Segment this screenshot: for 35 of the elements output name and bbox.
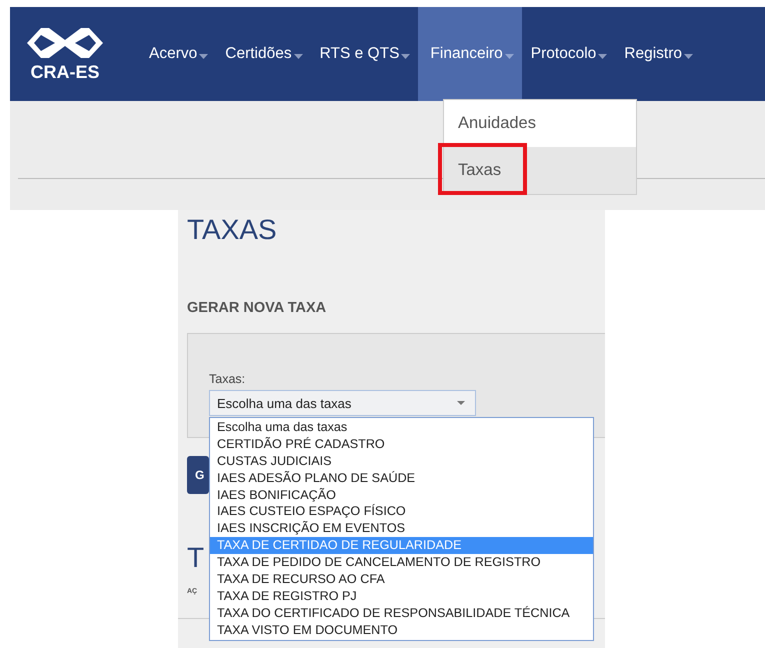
nav-menu-item[interactable]: Certidões [216,7,311,101]
option[interactable]: CUSTAS JUDICIAIS [210,452,593,470]
section-title: T [187,542,204,574]
nav-menu-item[interactable]: Financeiro [418,7,522,101]
menu-item[interactable]: Taxas [444,147,636,194]
option[interactable]: IAES CUSTEIO ESPAÇO FÍSICO [210,503,593,520]
caret-icon [684,54,693,58]
caret-icon [199,54,208,58]
option[interactable]: TAXA DE RECURSO AO CFA [210,571,593,588]
option[interactable]: IAES BONIFICAÇÃO [210,486,593,504]
logo-text: CRA-ES [30,62,100,82]
caret-icon [401,54,410,58]
option[interactable]: CERTIDÃO PRÉ CADASTRO [210,436,593,453]
nav-menu-item[interactable]: Acervo [140,7,216,101]
nav-menu-item[interactable]: Protocolo [522,7,616,101]
option[interactable]: IAES INSCRIÇÃO EM EVENTOS [210,520,593,538]
logo-icon [27,26,103,60]
generate-button[interactable]: G [187,456,209,494]
field-label: Taxas: [209,372,246,386]
menu-item[interactable]: Anuidades [444,100,636,147]
section-heading: GERAR NOVA TAXA [187,300,326,316]
option[interactable]: TAXA DE REGISTRO PJ [210,588,593,605]
option[interactable]: TAXA DE PEDIDO DE CANCELAMENTO DE REGISTRO [210,554,593,572]
nav-menu-item[interactable]: RTS e QTS [310,7,418,101]
caret-icon [294,54,303,58]
nav-menu-item[interactable]: Registro [615,7,701,101]
caret-icon [598,54,608,58]
page-title: TAXAS [187,214,277,246]
option[interactable]: IAES ADESÃO PLANO DE SAÚDE [210,470,593,487]
option[interactable]: TAXA VISTO EM DOCUMENTO [210,622,593,639]
option[interactable]: Escolha uma das taxas [210,419,593,436]
caret-icon [457,401,465,405]
caret-icon [504,54,514,58]
option[interactable]: TAXA DO CERTIFICADO DE RESPONSABILIDADE TÉCNICA [210,604,593,622]
select-field[interactable]: Escolha uma das taxas [209,390,476,416]
